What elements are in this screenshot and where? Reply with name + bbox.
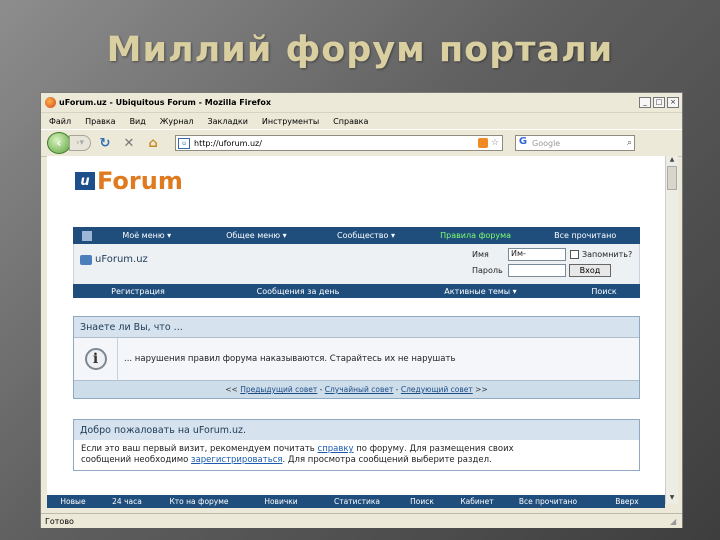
tip-nav-open: <<	[225, 385, 238, 394]
forum-top-nav: Моё меню ▾ Общее меню ▾ Сообщество ▾ Пра…	[73, 227, 640, 244]
welcome-text-1: Если это ваш первый визит, рекомендуем п…	[81, 444, 315, 454]
welcome-text-2: по форуму. Для размещения своих	[356, 444, 514, 454]
title-bar: uForum.uz - Ubiquitous Forum - Mozilla F…	[41, 93, 682, 113]
bnav-stats[interactable]: Статистика	[319, 497, 395, 506]
site-logo[interactable]: u Forum	[75, 167, 183, 195]
forum-icon	[80, 254, 92, 265]
home-icon[interactable]: ⌂	[143, 134, 163, 152]
username-label: Имя	[472, 250, 489, 259]
nav-general-menu[interactable]: Общее меню ▾	[202, 231, 312, 240]
bnav-who-online[interactable]: Кто на форуме	[155, 497, 243, 506]
menu-edit[interactable]: Правка	[85, 117, 115, 126]
tip-nav-close: >>	[475, 385, 488, 394]
nav-search[interactable]: Поиск	[568, 287, 640, 296]
search-placeholder: Google	[532, 138, 561, 148]
rss-icon[interactable]	[82, 230, 92, 241]
status-text: Готово	[45, 516, 74, 526]
menu-help[interactable]: Справка	[333, 117, 368, 126]
nav-mark-read[interactable]: Все прочитано	[530, 231, 640, 240]
tip-nav-sep: -	[395, 385, 399, 394]
url-input[interactable]: u http://uforum.uz/ ☆	[175, 135, 503, 151]
scroll-down-icon[interactable]: ▼	[667, 494, 677, 504]
vertical-scrollbar[interactable]: ▲ ▼	[665, 156, 678, 504]
welcome-text-3: сообщений необходимо	[81, 455, 189, 465]
help-link[interactable]: справку	[318, 444, 354, 454]
browser-window: uForum.uz - Ubiquitous Forum - Mozilla F…	[40, 92, 683, 528]
login-button[interactable]: Вход	[569, 264, 611, 277]
bnav-top[interactable]: Вверх	[591, 497, 663, 506]
welcome-text: Если это ваш первый визит, рекомендуем п…	[74, 440, 639, 470]
menu-file[interactable]: Файл	[49, 117, 71, 126]
nav-community[interactable]: Сообщество ▾	[311, 231, 421, 240]
register-link[interactable]: зарегистрироваться	[191, 455, 282, 465]
nav-my-menu[interactable]: Моё меню ▾	[92, 231, 202, 240]
password-label: Пароль	[472, 266, 503, 275]
search-input[interactable]: G Google ⌕	[515, 135, 635, 151]
bnav-cabinet[interactable]: Кабинет	[449, 497, 505, 506]
menu-history[interactable]: Журнал	[160, 117, 194, 126]
url-text: http://uforum.uz/	[194, 138, 262, 148]
bnav-search[interactable]: Поиск	[395, 497, 449, 506]
username-input[interactable]: Им-	[508, 248, 566, 261]
search-icon[interactable]: ⌕	[627, 138, 634, 148]
logo-text: Forum	[97, 167, 183, 195]
welcome-text-4: . Для просмотра сообщений выберите разде…	[282, 455, 492, 465]
firefox-icon	[45, 97, 56, 108]
forum-bottom-nav: Новые 24 часа Кто на форуме Новички Стат…	[47, 495, 665, 508]
scroll-up-icon[interactable]: ▲	[667, 156, 677, 166]
minimize-button[interactable]: _	[639, 97, 651, 108]
slide-title: Миллий форум портали	[106, 30, 614, 70]
tip-title: Знаете ли Вы, что ...	[74, 317, 639, 337]
rss-icon[interactable]	[477, 138, 488, 148]
next-tip-link[interactable]: Следующий совет	[401, 385, 473, 394]
forum-sub-nav: Регистрация Сообщения за день Активные т…	[73, 284, 640, 298]
page-viewport: u Forum Моё меню ▾ Общее меню ▾ Сообщест…	[47, 156, 665, 495]
navigation-toolbar: ‹ ›▾ ↻ ✕ ⌂ u http://uforum.uz/ ☆ G Googl…	[41, 129, 682, 157]
back-icon[interactable]: ‹	[47, 132, 71, 154]
bnav-24h[interactable]: 24 часа	[99, 497, 155, 506]
stop-icon[interactable]: ✕	[119, 134, 139, 152]
info-icon: i	[84, 348, 107, 370]
tip-navigation: << Предыдущий совет - Случайный совет - …	[74, 380, 639, 398]
password-input[interactable]	[508, 264, 566, 277]
resize-grip-icon[interactable]: ◢	[670, 517, 680, 527]
login-row: uForum.uz Имя Им- Запомнить? Пароль Вход	[73, 244, 640, 284]
forward-icon[interactable]: ›▾	[69, 135, 91, 151]
remember-label: Запомнить?	[582, 250, 633, 259]
random-tip-link[interactable]: Случайный совет	[325, 385, 394, 394]
nav-forum-rules[interactable]: Правила форума	[421, 231, 531, 240]
tip-panel: Знаете ли Вы, что ... i ... нарушения пр…	[73, 316, 640, 399]
welcome-panel: Добро пожаловать на uForum.uz. Если это …	[73, 419, 640, 471]
remember-checkbox[interactable]	[570, 250, 579, 259]
menu-bar: Файл Правка Вид Журнал Закладки Инструме…	[41, 113, 682, 129]
logo-mark: u	[75, 172, 95, 190]
menu-view[interactable]: Вид	[130, 117, 146, 126]
site-name-text: uForum.uz	[95, 254, 148, 265]
site-favicon-icon: u	[178, 137, 190, 149]
status-bar: Готово ◢	[41, 513, 682, 528]
reload-icon[interactable]: ↻	[95, 134, 115, 152]
bookmark-star-icon[interactable]: ☆	[491, 138, 499, 148]
scroll-thumb[interactable]	[667, 166, 677, 190]
prev-tip-link[interactable]: Предыдущий совет	[240, 385, 317, 394]
bnav-newbies[interactable]: Новички	[243, 497, 319, 506]
site-name[interactable]: uForum.uz	[80, 254, 148, 265]
window-title: uForum.uz - Ubiquitous Forum - Mozilla F…	[59, 98, 272, 107]
close-button[interactable]: ×	[667, 97, 679, 108]
maximize-button[interactable]: □	[653, 97, 665, 108]
nav-register[interactable]: Регистрация	[73, 287, 203, 296]
menu-bookmarks[interactable]: Закладки	[207, 117, 247, 126]
nav-today-posts[interactable]: Сообщения за день	[203, 287, 393, 296]
google-icon[interactable]: G	[516, 136, 530, 150]
welcome-title: Добро пожаловать на uForum.uz.	[74, 420, 639, 440]
bnav-mark-read[interactable]: Все прочитано	[505, 497, 591, 506]
menu-tools[interactable]: Инструменты	[262, 117, 319, 126]
bnav-new[interactable]: Новые	[47, 497, 99, 506]
tip-text: ... нарушения правил форума наказываются…	[124, 354, 456, 364]
tip-nav-sep: -	[319, 385, 323, 394]
nav-active-topics[interactable]: Активные темы ▾	[393, 287, 568, 296]
